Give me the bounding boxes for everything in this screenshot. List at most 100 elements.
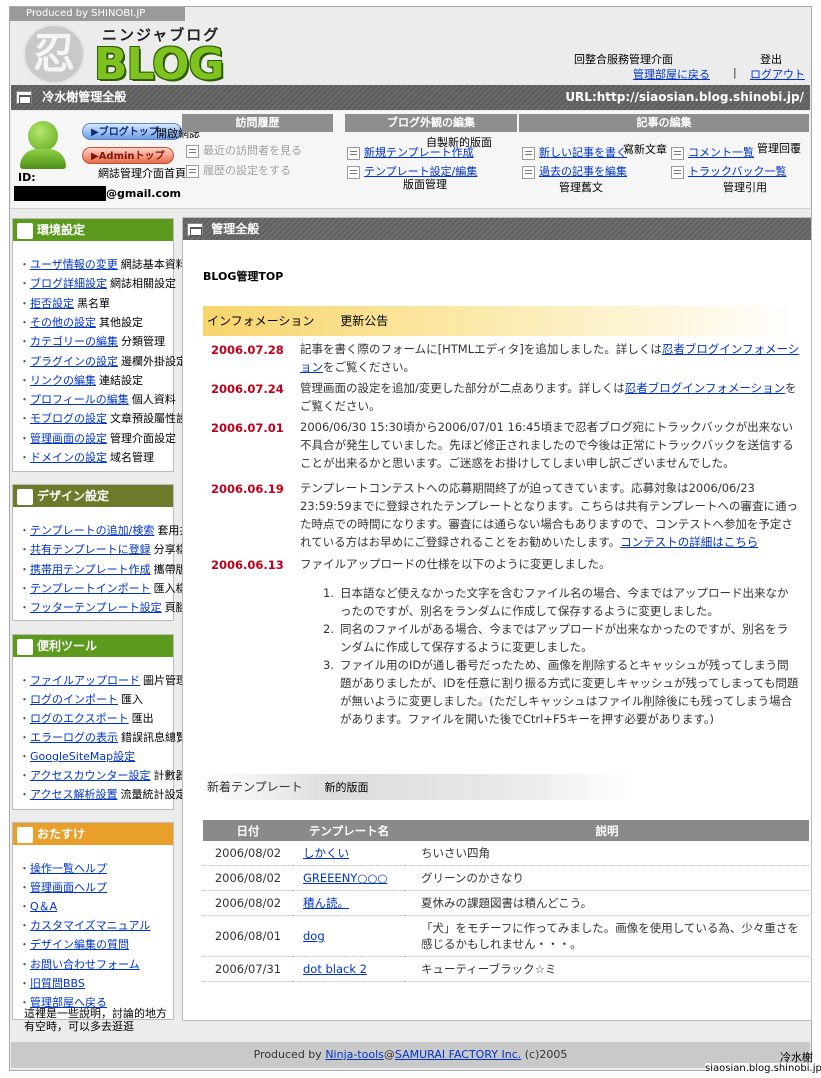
contest-details-link[interactable]: コンテストの詳細はこちら (620, 535, 758, 549)
admin-room-link[interactable]: 管理部屋に戻る (633, 66, 710, 82)
env-link[interactable]: プラグインの設定 (30, 355, 118, 368)
template-name-link[interactable]: しかくい (303, 846, 349, 860)
table-cell: dot black 2 (293, 956, 405, 982)
article-edit-header: 記事の編集 (519, 114, 809, 132)
env-item: ・プロフィールの編集 個人資料 (19, 391, 176, 407)
help-item: ・操作一覧ヘルプ (19, 860, 107, 876)
annotation: 網誌相關設定 (110, 277, 176, 291)
header-separator: | (733, 66, 737, 79)
template-date: 2006/08/02 (203, 865, 293, 891)
bullet: ・ (19, 938, 30, 952)
env-link[interactable]: カテゴリーの編集 (30, 335, 118, 348)
tools-link[interactable]: GoogleSiteMap設定 (30, 750, 135, 763)
help-link[interactable]: カスタマイズマニュアル (30, 919, 150, 932)
template-icon (347, 165, 360, 179)
user-id-label: ID: (18, 171, 36, 184)
design-item: ・テンプレートインポート 匯入樣式 (19, 580, 198, 596)
new-article-link[interactable]: 新しい記事を書く (522, 144, 627, 160)
design-link[interactable]: テンプレートインポート (30, 582, 151, 595)
bullet: ・ (19, 258, 30, 271)
admin-top-button[interactable]: ▶Adminトップ (82, 147, 174, 164)
template-description: 「犬」をモチーフに作ってみました。画像を使用している為、少々重さを感じるかもしれ… (405, 915, 809, 957)
toolbox-icon (17, 638, 33, 655)
redacted-email (14, 186, 106, 201)
help-link[interactable]: お問い合わせフォーム (30, 958, 140, 971)
template-name-link[interactable]: dot black 2 (303, 962, 367, 976)
env-link[interactable]: 管理画面の設定 (30, 432, 107, 445)
tools-link[interactable]: アクセス解析設置 (30, 788, 117, 801)
env-link[interactable]: リンクの編集 (30, 374, 96, 387)
template-description: ちいさい四角 (405, 841, 809, 866)
pencil-icon (17, 222, 33, 239)
ninja-tools-link[interactable]: Ninja-tools (325, 1048, 384, 1061)
page-frame: Produced by SHINOBI.JP 忍 ニンジャブログ BLOG 回整… (9, 6, 821, 1074)
bullet: ・ (19, 543, 30, 557)
news-text: テンプレートコンテストへの応募期間終了が迫ってきています。応募対象は2006/0… (300, 481, 798, 549)
news-text: 記事を書く際のフォームに[HTMLエディタ]を追加しました。詳しくは忍者ブログイ… (300, 342, 800, 374)
new-template-link[interactable]: 新規テンプレート作成 (347, 144, 474, 160)
template-name-link[interactable]: 積ん読。 (303, 896, 349, 910)
trackbacks-link[interactable]: トラックバック一覧 (671, 163, 786, 179)
help-item: ・デザイン編集の質問 (19, 936, 129, 952)
tools-link[interactable]: ログのインポート (30, 693, 118, 706)
template-name-link[interactable]: GREEENY○○○ (303, 871, 387, 885)
logout-link[interactable]: ログアウト (750, 66, 805, 82)
new-templates-bar: 新着テンプレート 新的版面 (203, 774, 633, 800)
annotation: 分類管理 (121, 335, 165, 349)
tools-link[interactable]: アクセスカウンター設定 (30, 769, 150, 782)
news-date: 2006.07.28 (211, 343, 284, 357)
new-article-icon (522, 146, 535, 160)
main-header: 管理全般 (183, 218, 811, 240)
bullet: ・ (19, 769, 30, 782)
bullet: ・ (19, 862, 30, 875)
env-item: ・プラグインの設定 邊欄外掛設定 (19, 353, 187, 369)
env-link[interactable]: プロフィールの編集 (30, 393, 129, 406)
design-item: ・携帯用テンプレート作成攜帶版樣式 (19, 561, 209, 577)
sidebar-design-settings: デザイン設定 ・テンプレートの追加/検索套用共享樣式・共有テンプレートに登録分享… (12, 484, 234, 621)
bullet: ・ (19, 957, 30, 971)
bullet: ・ (19, 731, 30, 744)
avatar-body (20, 149, 66, 169)
help-item: ・旧質問BBS (19, 975, 85, 991)
help-link[interactable]: Q＆A (30, 900, 57, 913)
visitor-icon (186, 144, 199, 158)
env-link[interactable]: ブログ詳細設定 (30, 277, 107, 290)
env-link[interactable]: 拒否設定 (30, 297, 74, 310)
env-link[interactable]: その他の設定 (30, 316, 96, 329)
recent-visitors-link[interactable]: 最近の訪問者を見る (186, 142, 302, 158)
env-settings-header: 環境設定 (13, 219, 173, 241)
help-link[interactable]: デザイン編集の質問 (30, 938, 129, 951)
pencil-icon (347, 146, 360, 160)
design-link[interactable]: フッターテンプレート設定 (30, 601, 162, 614)
samurai-factory-link[interactable]: SAMURAI FACTORY Inc. (395, 1048, 521, 1061)
information-annotation: 更新公告 (340, 314, 389, 328)
env-link[interactable]: モブログの設定 (30, 412, 107, 425)
blog-title: 冷水榭管理全般 (42, 90, 127, 104)
design-link[interactable]: 携帯用テンプレート作成 (30, 563, 151, 576)
env-item: ・ブログ詳細設定 網誌相關設定 (19, 275, 176, 291)
design-link[interactable]: テンプレートの追加/検索 (30, 524, 154, 537)
ninja-logo-icon: 忍 (23, 24, 85, 84)
table-row: 2006/08/01 dog 「犬」をモチーフに作ってみました。画像を使用している為… (203, 915, 809, 957)
comments-link[interactable]: コメント一覧 (671, 144, 754, 160)
help-link[interactable]: 旧質問BBS (30, 977, 85, 990)
tools-link[interactable]: ログのエクスポート (30, 712, 129, 725)
annotation: 個人資料 (131, 393, 176, 407)
bullet: ・ (19, 900, 30, 914)
history-settings-link[interactable]: 履歴の設定をする (186, 162, 291, 178)
template-name-link[interactable]: dog (303, 929, 325, 943)
info-link[interactable]: 忍者ブログインフォメーション (625, 381, 785, 395)
list-item: 1. 日本語など使えなかった文字を含むファイル名の場合、今まではアップロード出来な… (323, 586, 789, 618)
past-articles-link[interactable]: 過去の記事を編集 (522, 163, 627, 179)
tools-link[interactable]: エラーログの表示 (30, 731, 118, 744)
env-link[interactable]: ユーザ情報の変更 (30, 258, 118, 271)
annotation-panel: 回整合服務管理介面 (574, 53, 673, 66)
env-link[interactable]: ドメインの設定 (30, 451, 107, 464)
bullet: ・ (19, 393, 30, 407)
help-link[interactable]: 管理画面ヘルプ (30, 881, 107, 894)
design-link[interactable]: 共有テンプレートに登録 (30, 543, 151, 556)
tools-link[interactable]: ファイルアップロード (30, 674, 140, 687)
help-link[interactable]: 操作一覧ヘルプ (30, 862, 107, 875)
bullet: ・ (19, 373, 30, 387)
news-date: 2006.06.19 (211, 482, 284, 496)
